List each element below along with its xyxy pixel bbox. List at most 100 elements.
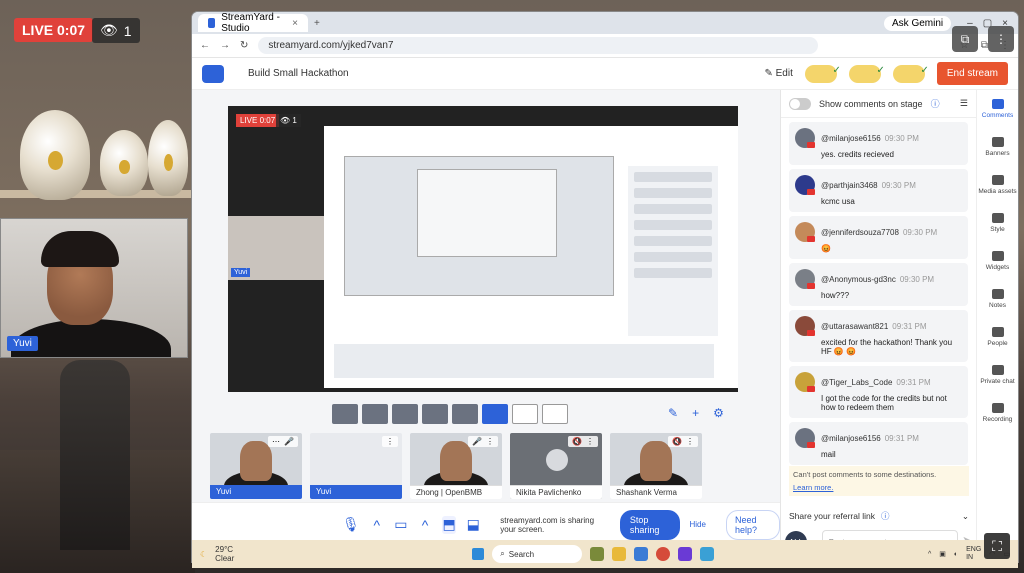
rail-item-people[interactable]: People xyxy=(977,318,1018,356)
mic-muted-icon[interactable]: 🔇 xyxy=(572,437,582,446)
rail-item-banners[interactable]: Banners xyxy=(977,128,1018,166)
chevron-up-icon[interactable]: ^ xyxy=(370,516,384,534)
taskbar-app[interactable] xyxy=(634,547,649,561)
comment-item[interactable]: @milanjose6156 09:30 PM yes. credits recie… xyxy=(789,122,968,165)
taskbar-search[interactable]: ⌕ Search xyxy=(492,545,583,563)
guest-tile[interactable]: 🔇 ⋮ Shashank Verma xyxy=(610,433,702,499)
more-icon[interactable]: ⋮ xyxy=(486,437,494,446)
rail-label: People xyxy=(987,340,1008,347)
guest-name: Yuvi xyxy=(310,485,402,499)
more-icon[interactable]: ⋯ xyxy=(272,437,280,446)
fullscreen-icon[interactable]: ⛶ xyxy=(984,533,1010,559)
layout-split[interactable] xyxy=(452,404,478,424)
rail-item-comments[interactable]: Comments xyxy=(977,90,1018,128)
more-icon[interactable]: ⋮ xyxy=(386,437,394,446)
rail-label: Private chat xyxy=(980,378,1015,385)
stop-sharing-button[interactable]: Stop sharing xyxy=(619,509,680,540)
new-tab-icon[interactable]: + xyxy=(314,18,320,29)
rail-item-notes[interactable]: Notes xyxy=(977,280,1018,318)
learn-more-link[interactable]: Learn more. xyxy=(793,483,965,492)
destination-chip[interactable] xyxy=(892,64,929,83)
guest-name: Nikita Pavlichenko xyxy=(510,485,602,499)
present-icon[interactable]: ⬓ xyxy=(466,516,480,534)
chrome-icon[interactable] xyxy=(656,547,671,561)
options-icon[interactable]: ⋮ xyxy=(988,26,1014,52)
ask-gemini-button[interactable]: Ask Gemini xyxy=(884,15,952,31)
back-icon[interactable]: ← xyxy=(200,40,210,51)
chevron-up-icon[interactable]: ^ xyxy=(928,551,931,558)
guest-tile[interactable]: 🔇 ⋮ Nikita Pavlichenko xyxy=(510,433,602,499)
more-icon[interactable]: ⋮ xyxy=(586,437,594,446)
edit-button[interactable]: ✎ Edit xyxy=(764,68,792,79)
layout-solo[interactable] xyxy=(332,404,358,424)
rail-item-recording[interactable]: Recording xyxy=(977,394,1018,432)
end-stream-button[interactable]: End stream xyxy=(936,62,1008,85)
forward-icon[interactable]: → xyxy=(220,40,230,51)
nested-guests xyxy=(334,344,714,378)
destination-chip[interactable] xyxy=(848,64,885,83)
file-explorer-icon[interactable] xyxy=(612,547,627,561)
share-message: streamyard.com is sharing your screen. xyxy=(500,515,595,534)
hide-button[interactable]: Hide xyxy=(690,520,706,529)
add-icon[interactable]: + xyxy=(692,406,699,420)
taskbar-app[interactable] xyxy=(678,547,693,561)
url-field[interactable]: streamyard.com/yjked7van7 xyxy=(258,37,819,54)
mic-muted-icon[interactable]: 🔇 xyxy=(672,437,682,446)
screen-share-icon[interactable]: ⬒ xyxy=(442,515,457,534)
mic-icon[interactable]: 🎙 xyxy=(342,516,360,534)
search-icon: ⌕ xyxy=(500,549,505,558)
guest-tile[interactable]: 🎤 ⋮ Zhong | OpenBMB xyxy=(410,433,502,499)
referral-row[interactable]: Share your referral link ⓘ ⌄ xyxy=(789,510,969,522)
rail-item-private-chat[interactable]: Private chat xyxy=(977,356,1018,394)
settings-gear-icon[interactable]: ⚙ xyxy=(713,406,724,420)
rail-item-style[interactable]: Style xyxy=(977,204,1018,242)
comment-text: mail xyxy=(821,450,836,459)
language-indicator[interactable]: ENG IN xyxy=(966,546,981,562)
layout-sidebar[interactable] xyxy=(422,404,448,424)
rail-label: Recording xyxy=(982,416,1013,423)
tab-bar: StreamYard - Studio × + Ask Gemini – ▢ × xyxy=(192,12,1018,34)
comment-item[interactable]: @parthjain3468 09:30 PM kcmc usa xyxy=(789,169,968,212)
chevron-down-icon[interactable]: ⌄ xyxy=(962,511,969,522)
youtube-icon xyxy=(807,189,815,195)
eye-icon: 👁 xyxy=(100,22,118,38)
destination-chip[interactable] xyxy=(804,64,841,83)
comment-time: 09:31 PM xyxy=(892,322,927,331)
reload-icon[interactable]: ↻ xyxy=(240,40,248,51)
comment-time: 09:30 PM xyxy=(881,181,916,190)
popout-icon[interactable]: ⧉ xyxy=(952,26,978,52)
tray-icon[interactable]: ◐ xyxy=(954,551,958,558)
guest-tile-screen[interactable]: ⋮ Yuvi xyxy=(310,433,402,499)
guest-tile[interactable]: ⋯ 🎤 Yuvi xyxy=(210,433,302,499)
need-help-button[interactable]: Need help? xyxy=(725,509,780,540)
vase xyxy=(148,120,188,196)
close-tab-icon[interactable]: × xyxy=(292,18,298,29)
comment-user: @Anonymous-gd3nc xyxy=(821,275,896,284)
comment-item[interactable]: @uttarasawant821 09:31 PM excited for the … xyxy=(789,310,968,362)
start-button[interactable] xyxy=(472,548,485,560)
taskbar-app[interactable] xyxy=(700,547,715,561)
taskbar-app[interactable] xyxy=(590,547,605,561)
layout-blank[interactable] xyxy=(512,404,538,424)
chevron-up-icon[interactable]: ^ xyxy=(418,516,432,534)
rail-item-widgets[interactable]: Widgets xyxy=(977,242,1018,280)
mic-icon[interactable]: 🎤 xyxy=(472,437,482,446)
show-comments-toggle[interactable] xyxy=(789,97,811,110)
comment-item[interactable]: @Tiger_Labs_Code 09:31 PM I got the code f… xyxy=(789,366,968,418)
tab-streamyard[interactable]: StreamYard - Studio × xyxy=(198,12,308,34)
layout-group[interactable] xyxy=(362,404,388,424)
layout-full[interactable] xyxy=(542,404,568,424)
comment-item[interactable]: @jenniferdsouza7708 09:30 PM 😡 xyxy=(789,216,968,259)
info-icon[interactable]: ⓘ xyxy=(931,97,940,110)
mic-icon[interactable]: 🎤 xyxy=(284,437,294,446)
more-icon[interactable]: ⋮ xyxy=(686,437,694,446)
pen-icon[interactable]: ✎ xyxy=(668,406,678,420)
comment-item[interactable]: @milanjose6156 09:31 PM mail xyxy=(789,422,968,465)
comment-item[interactable]: @Anonymous-gd3nc 09:30 PM how??? xyxy=(789,263,968,306)
layout-screen-active[interactable] xyxy=(482,404,508,424)
rail-item-media-assets[interactable]: Media assets xyxy=(977,166,1018,204)
tray-icon[interactable]: ▣ xyxy=(939,550,946,558)
list-options-icon[interactable]: ☰ xyxy=(960,98,968,109)
camera-icon[interactable]: ▭ xyxy=(394,516,408,534)
layout-leader[interactable] xyxy=(392,404,418,424)
